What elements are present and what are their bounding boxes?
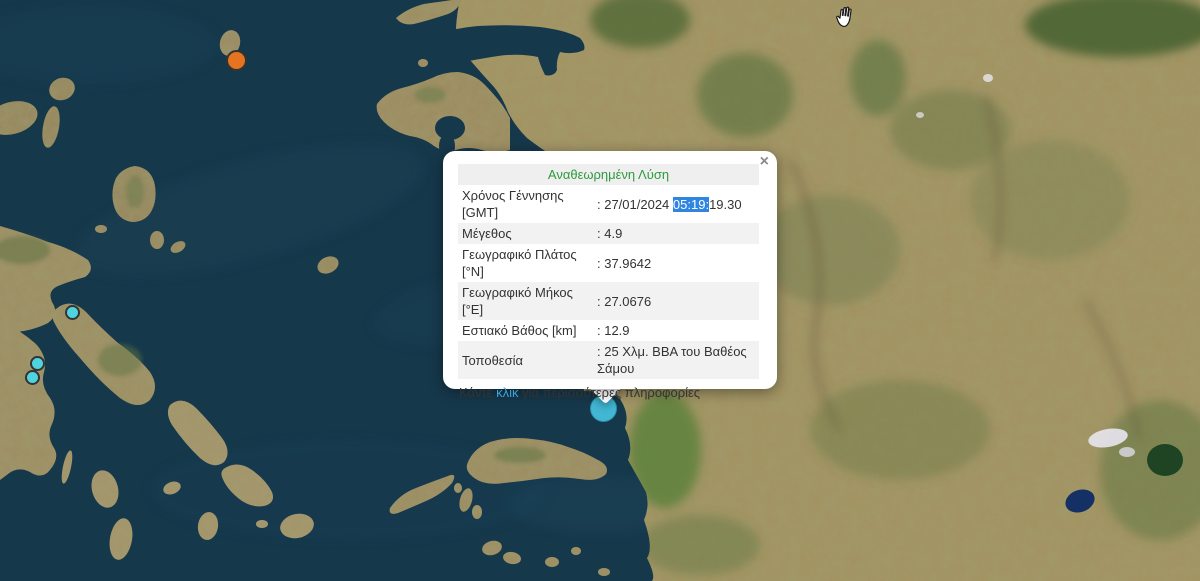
row-latitude: Γεωγραφικό Πλάτος [°N] : 37.9642 [458,244,759,282]
quake-marker-cyan-3[interactable] [25,370,40,385]
more-info-link[interactable]: κλικ [496,385,518,400]
quake-marker-cyan-1[interactable] [65,305,80,320]
latitude-label: Γεωγραφικό Πλάτος [°N] [458,244,597,282]
row-magnitude: Μέγεθος : 4.9 [458,223,759,244]
origin-time-value: : 27/01/2024 05:19:19.30 [597,194,759,215]
quake-marker-orange[interactable] [226,50,247,71]
popup-footer: Κάντε κλικ για περισσότερες πληροφορίες [458,384,761,401]
location-value: : 25 Χλμ. ΒΒΑ του Βαθέος Σάμου [597,341,759,379]
magnitude-label: Μέγεθος [458,223,597,244]
origin-time-label: Χρόνος Γέννησης [GMT] [458,185,597,223]
longitude-label: Γεωγραφικό Μήκος [°E] [458,282,597,320]
quake-marker-cyan-2[interactable] [30,356,45,371]
popup-close-button[interactable]: × [760,154,769,170]
latitude-value: : 37.9642 [597,253,759,274]
map-viewport: × Αναθεωρημένη Λύση Χρόνος Γέννησης [GMT… [0,0,1200,581]
location-label: Τοποθεσία [458,350,597,371]
row-origin-time: Χρόνος Γέννησης [GMT] : 27/01/2024 05:19… [458,185,759,223]
depth-value: : 12.9 [597,320,759,341]
earthquake-popup: × Αναθεωρημένη Λύση Χρόνος Γέννησης [GMT… [443,151,777,389]
row-longitude: Γεωγραφικό Μήκος [°E] : 27.0676 [458,282,759,320]
earthquake-details-table: Αναθεωρημένη Λύση Χρόνος Γέννησης [GMT] … [458,164,759,379]
magnitude-value: : 4.9 [597,223,759,244]
row-depth: Εστιακό Βάθος [km] : 12.9 [458,320,759,341]
dark-reservoir [1147,444,1183,476]
longitude-value: : 27.0676 [597,291,759,312]
row-location: Τοποθεσία : 25 Χλμ. ΒΒΑ του Βαθέος Σάμου [458,341,759,379]
selected-text: 05:19: [673,197,709,212]
depth-label: Εστιακό Βάθος [km] [458,320,597,341]
popup-title: Αναθεωρημένη Λύση [458,164,759,185]
